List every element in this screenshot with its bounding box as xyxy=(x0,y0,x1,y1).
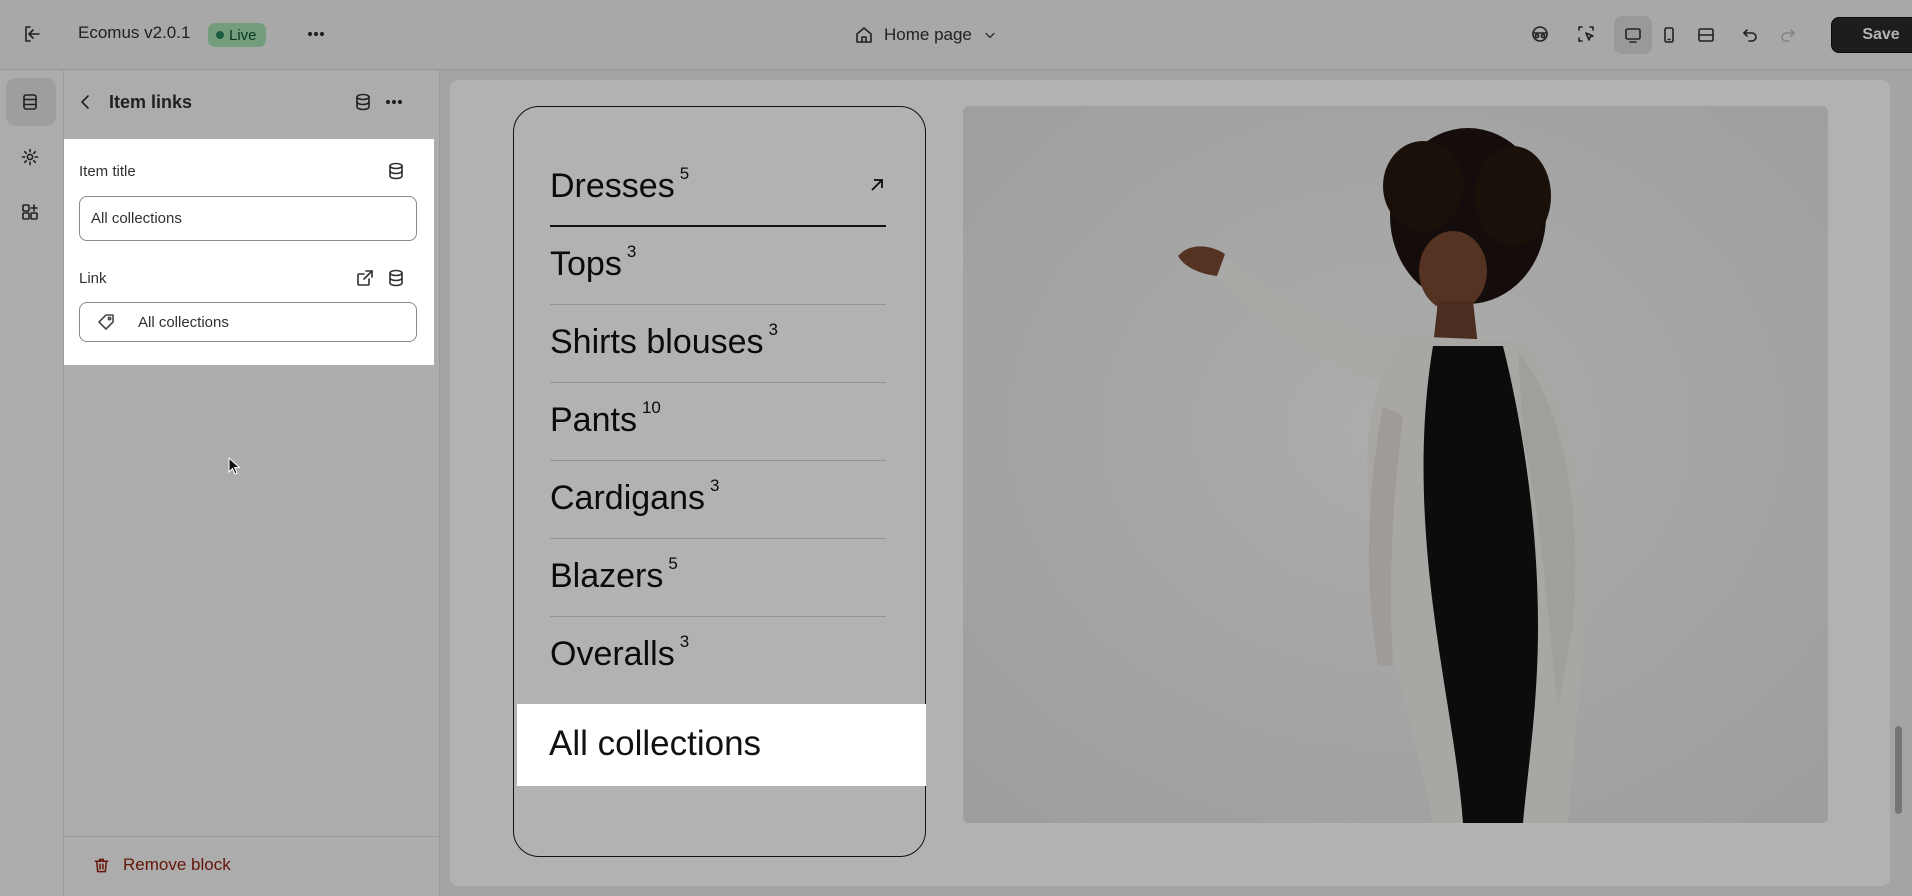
select-element-icon[interactable] xyxy=(1568,16,1604,52)
remove-block-label: Remove block xyxy=(123,855,231,874)
item-title-value: All collections xyxy=(91,210,182,227)
back-icon[interactable] xyxy=(68,84,104,120)
menu-item-count: 3 xyxy=(768,319,779,339)
item-title-input[interactable]: All collections xyxy=(79,196,417,241)
sections-icon[interactable] xyxy=(12,84,48,120)
menu-item[interactable]: Tops 3 xyxy=(550,227,886,305)
panel-footer-divider xyxy=(64,836,440,837)
menu-item-count: 3 xyxy=(709,475,720,495)
link-label: Link xyxy=(79,270,107,287)
item-settings-card: Item title All collections Link All coll… xyxy=(64,139,434,365)
collections-menu: Dresses 5 Tops 3 Shirts blouses 3 Pants 10 C… xyxy=(513,106,926,857)
trash-icon xyxy=(94,858,109,872)
panel-title: Item links xyxy=(109,92,193,112)
item-title-label: Item title xyxy=(79,163,136,180)
exit-icon[interactable] xyxy=(14,16,50,52)
menu-item[interactable]: Overalls 3 xyxy=(550,617,886,695)
preview-scrollbar-thumb[interactable] xyxy=(1895,726,1902,814)
redo-icon[interactable] xyxy=(1770,16,1806,52)
page-selector-label: Home page xyxy=(884,25,972,44)
menu-item-count: 10 xyxy=(641,397,661,417)
menu-item-count: 3 xyxy=(626,241,637,261)
menu-item-name: Pants xyxy=(550,401,637,439)
link-input[interactable]: All collections xyxy=(79,302,417,342)
more-options-icon[interactable] xyxy=(376,84,412,120)
desktop-view-icon[interactable] xyxy=(1615,17,1651,53)
menu-item-name: Cardigans xyxy=(550,479,705,517)
menu-item-count: 5 xyxy=(679,163,690,183)
menu-item[interactable]: Dresses 5 xyxy=(550,149,886,227)
menu-item-name: Overalls xyxy=(550,635,675,673)
menu-item-name: Blazers xyxy=(550,557,664,595)
inspector-icon[interactable] xyxy=(1522,16,1558,52)
status-badge: Live xyxy=(208,23,266,47)
database-icon[interactable] xyxy=(378,153,414,189)
status-badge-label: Live xyxy=(229,26,257,44)
save-button[interactable]: Save xyxy=(1831,17,1912,53)
more-actions-icon[interactable] xyxy=(298,16,334,52)
remove-block-button[interactable]: Remove block xyxy=(92,855,231,875)
menu-item-name: Dresses xyxy=(550,167,675,205)
gear-icon[interactable] xyxy=(12,139,48,175)
left-rail xyxy=(0,70,64,896)
menu-item-name: Shirts blouses xyxy=(550,323,764,361)
link-value: All collections xyxy=(138,313,229,331)
viewport-toggle-group xyxy=(1612,16,1724,54)
tag-icon xyxy=(98,314,114,330)
model-illustration xyxy=(963,106,1828,823)
live-dot-icon xyxy=(216,31,224,39)
chevron-down-icon xyxy=(985,32,995,39)
page-selector[interactable]: Home page xyxy=(854,20,998,50)
menu-item-count: 5 xyxy=(668,553,678,573)
hero-image xyxy=(963,106,1828,823)
database-icon[interactable] xyxy=(378,260,414,296)
mouse-cursor-icon xyxy=(228,457,241,475)
menu-item[interactable]: Blazers 5 xyxy=(550,539,886,617)
mobile-view-icon[interactable] xyxy=(1651,17,1687,53)
menu-item-name: Tops xyxy=(550,245,622,283)
undo-icon[interactable] xyxy=(1732,16,1768,52)
menu-item-count: 3 xyxy=(679,631,690,651)
app-name: Ecomus v2.0.1 xyxy=(78,23,191,42)
menu-item[interactable]: Pants 10 xyxy=(550,383,886,461)
arrow-up-right-icon xyxy=(868,176,886,194)
top-bar: Ecomus v2.0.1 Live Home page Save xyxy=(0,0,1912,70)
home-icon xyxy=(856,27,872,43)
apps-icon[interactable] xyxy=(12,194,48,230)
menu-item[interactable]: Shirts blouses 3 xyxy=(550,305,886,383)
menu-item[interactable]: Cardigans 3 xyxy=(550,461,886,539)
fullscreen-view-icon[interactable] xyxy=(1688,17,1724,53)
